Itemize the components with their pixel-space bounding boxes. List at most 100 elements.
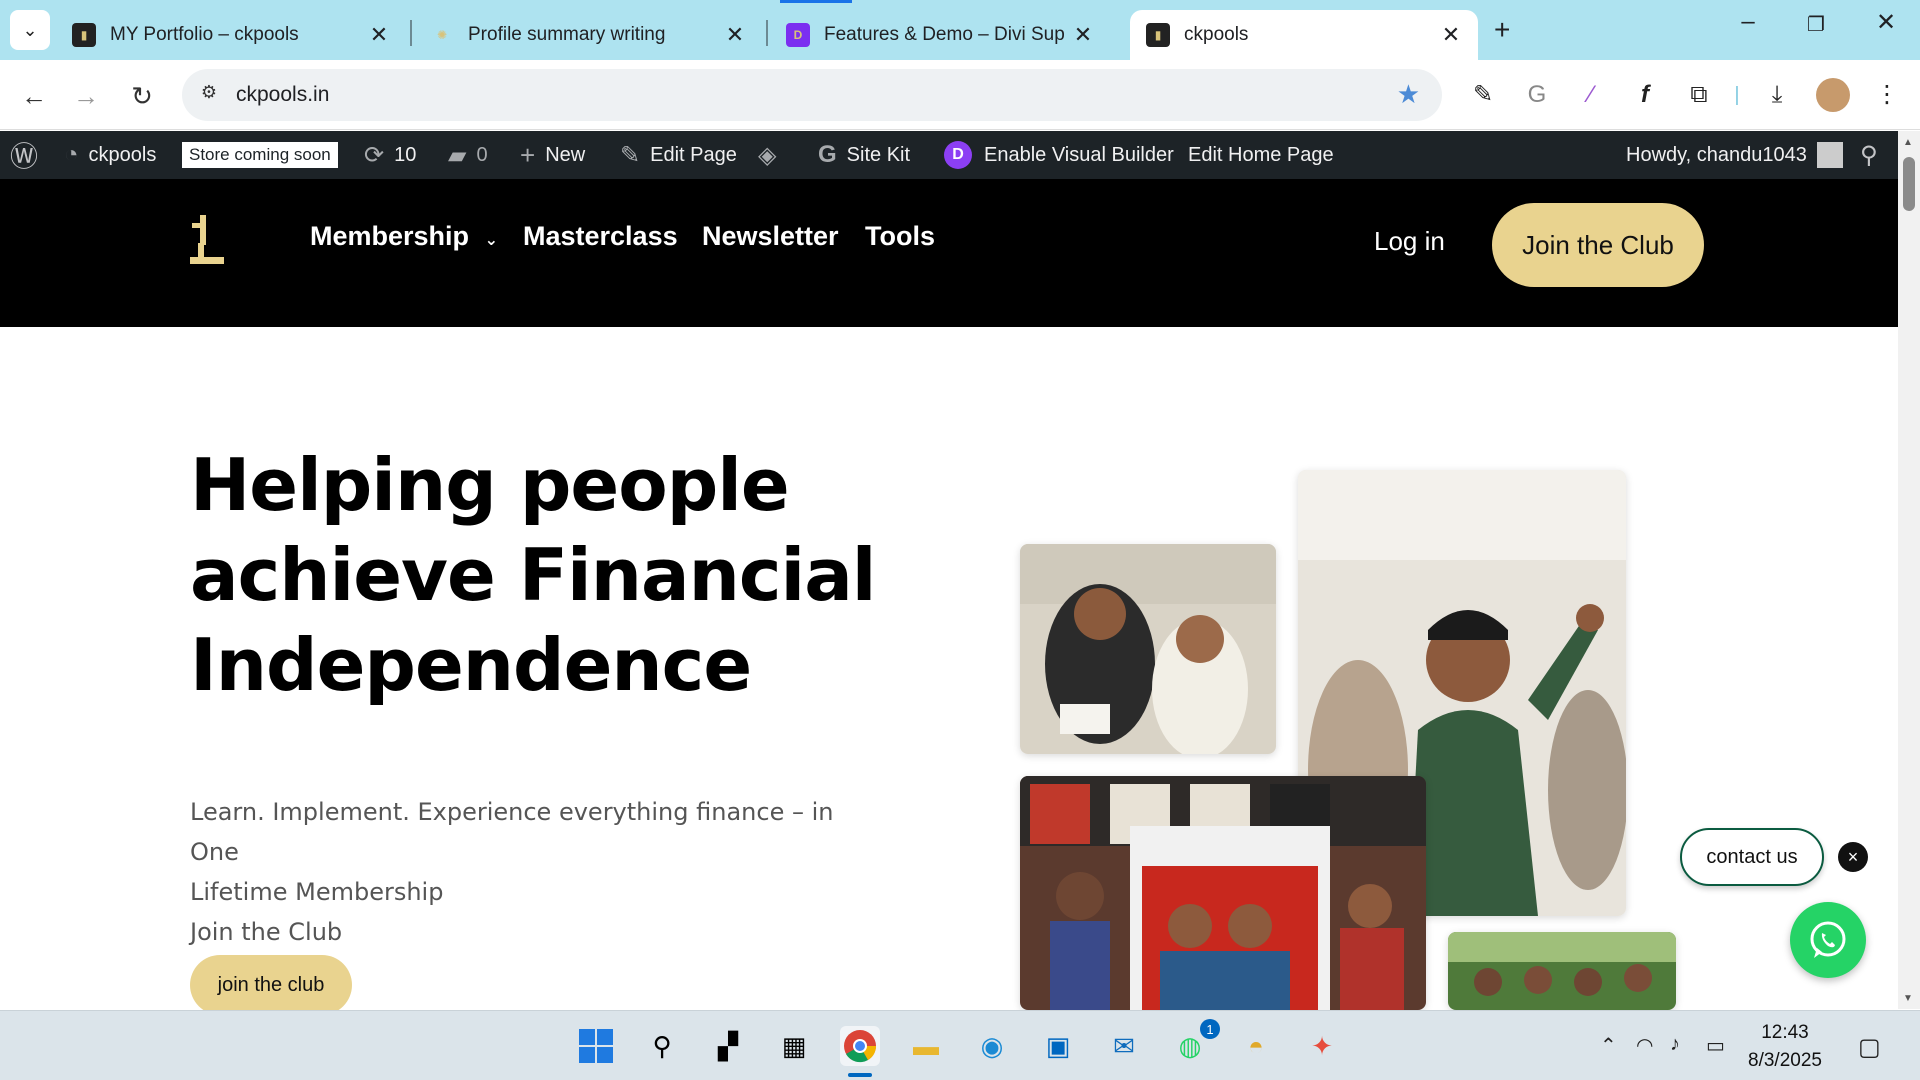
wordpress-logo-icon[interactable]: Ⓦ: [10, 131, 48, 179]
profile-avatar[interactable]: [1816, 78, 1850, 112]
store-status-badge[interactable]: Store coming soon: [182, 131, 338, 179]
tab-separator: [410, 20, 412, 46]
browser-tab-profile-summary[interactable]: ✺ Profile summary writing ✕: [414, 10, 762, 60]
login-link[interactable]: Log in: [1374, 226, 1445, 257]
browser-tab-strip: ⌄ ▮ MY Portfolio – ckpools ✕ ✺ Profile s…: [0, 0, 1920, 60]
scrollbar-thumb[interactable]: [1903, 157, 1915, 211]
hero-title: Helping people achieve Financial Indepen…: [190, 443, 876, 707]
back-arrow-icon[interactable]: ←: [16, 78, 52, 114]
chatgpt-icon: ✺: [436, 28, 448, 42]
new-tab-button[interactable]: +: [1494, 14, 1510, 46]
ckpools-logo[interactable]: [188, 215, 228, 267]
browser-toolbar: ← → ↻ ⚙ ckpools.in ★ ✎ G ⁄ f ⧉ | ⤓ ⋮: [0, 60, 1920, 130]
wp-comments-link[interactable]: ▰ 0: [448, 131, 488, 179]
wp-edit-page-link[interactable]: ✎ Edit Page: [620, 131, 737, 179]
scroll-down-arrow-icon[interactable]: ▼: [1903, 993, 1913, 1004]
chrome-icon[interactable]: [840, 1026, 880, 1066]
close-tab-icon[interactable]: ✕: [368, 22, 390, 48]
edge-icon[interactable]: ◉: [972, 1026, 1012, 1066]
wp-new-content-link[interactable]: + New: [520, 131, 585, 179]
tab-search-button[interactable]: ⌄: [10, 10, 50, 50]
browser-tab-portfolio[interactable]: ▮ MY Portfolio – ckpools ✕: [56, 10, 406, 60]
hero-subtitle: Learn. Implement. Experience everything …: [190, 798, 834, 946]
search-icon[interactable]: ⚲: [642, 1026, 682, 1066]
nav-masterclass[interactable]: Masterclass: [523, 221, 678, 252]
scroll-up-arrow-icon[interactable]: ▲: [1903, 137, 1913, 148]
widgets-icon[interactable]: ▦: [774, 1026, 814, 1066]
dashboard-icon: ◔: [64, 141, 79, 168]
grammarly-extension-icon[interactable]: G: [1520, 78, 1554, 112]
ckpools-favicon-icon: ▮: [72, 23, 96, 47]
contact-us-button[interactable]: contact us: [1680, 828, 1824, 886]
divi-logo-icon: D: [944, 141, 972, 169]
site-header: Membership ⌄ Masterclass Newsletter Tool…: [0, 179, 1898, 327]
url-text[interactable]: ckpools.in: [236, 83, 329, 107]
minimize-window-icon[interactable]: –: [1728, 8, 1768, 36]
wp-updates-link[interactable]: ⟳ 10: [364, 131, 416, 179]
wp-site-kit-link[interactable]: G Site Kit: [818, 131, 910, 179]
browser-tab-divi-supreme[interactable]: D Features & Demo – Divi Supren ✕: [770, 10, 1110, 60]
diamond-plugin-icon[interactable]: ◈: [758, 131, 786, 179]
tab-title: Features & Demo – Divi Supren: [824, 24, 1064, 45]
font-extension-icon[interactable]: f: [1628, 78, 1662, 112]
volume-icon[interactable]: ♪: [1670, 1033, 1680, 1056]
eyedropper-extension-icon[interactable]: ✎: [1466, 78, 1500, 112]
tab-loading-indicator: [780, 0, 852, 3]
plus-icon: +: [520, 139, 536, 170]
browser-tab-ckpools-active[interactable]: ▮ ckpools ✕: [1130, 10, 1478, 60]
chevron-down-icon: ⌄: [22, 19, 38, 40]
google-g-icon: G: [818, 141, 837, 168]
restore-window-icon[interactable]: ❐: [1796, 12, 1836, 37]
whatsapp-icon: [1810, 921, 1846, 958]
nav-membership[interactable]: Membership ⌄: [310, 221, 498, 252]
windows-taskbar: ⚲ ▞ ▦ ▬ ◉ ▣ ✉ ◍ 1 ◓ ✦ ⌃ ◠ ♪ ▭ 12:43 8/3/…: [0, 1010, 1920, 1080]
pen-extension-icon[interactable]: ⁄: [1574, 78, 1608, 112]
tab-separator: [766, 20, 768, 46]
close-tab-icon[interactable]: ✕: [1072, 22, 1094, 48]
battery-icon[interactable]: ▭: [1706, 1033, 1725, 1058]
microsoft-store-icon[interactable]: ▣: [1038, 1026, 1078, 1066]
bookmark-star-icon[interactable]: ★: [1397, 79, 1420, 110]
forward-arrow-icon[interactable]: →: [68, 78, 104, 114]
google-photos-icon[interactable]: ✦: [1302, 1026, 1342, 1066]
close-window-icon[interactable]: ✕: [1866, 8, 1906, 37]
wp-visual-builder-link[interactable]: D Enable Visual Builder: [944, 131, 1174, 179]
nav-tools[interactable]: Tools: [865, 221, 935, 252]
file-explorer-icon[interactable]: ▬: [906, 1026, 946, 1066]
task-view-icon[interactable]: ▞: [708, 1026, 748, 1066]
address-bar[interactable]: ⚙ ckpools.in ★: [182, 69, 1442, 121]
wp-account-menu[interactable]: Howdy, chandu1043: [1626, 131, 1843, 179]
hero-join-button[interactable]: join the club: [190, 955, 352, 1015]
close-tab-icon[interactable]: ✕: [1440, 22, 1462, 48]
reload-icon[interactable]: ↻: [124, 78, 160, 114]
wp-site-name-link[interactable]: ◔ ckpools: [64, 131, 156, 179]
chevron-up-icon[interactable]: ⌃: [1600, 1033, 1617, 1058]
outlook-icon[interactable]: ✉: [1104, 1026, 1144, 1066]
wp-edit-home-link[interactable]: Edit Home Page: [1188, 131, 1334, 179]
page-scrollbar[interactable]: ▲ ▼: [1898, 131, 1920, 1009]
download-icon[interactable]: ⤓: [1760, 78, 1794, 112]
windows-start-icon[interactable]: [576, 1026, 616, 1066]
nav-newsletter[interactable]: Newsletter: [702, 221, 839, 252]
photo-group-outdoor: [1448, 932, 1676, 1010]
system-clock[interactable]: 12:43 8/3/2025: [1748, 1019, 1822, 1075]
notification-badge: 1: [1200, 1019, 1220, 1039]
site-name: ckpools: [88, 143, 157, 166]
notification-center-icon[interactable]: ▢: [1858, 1033, 1881, 1062]
user-avatar: [1816, 142, 1843, 168]
tab-title: MY Portfolio – ckpools: [110, 24, 299, 45]
close-tab-icon[interactable]: ✕: [724, 22, 746, 48]
photo-couple-laughing: [1020, 544, 1276, 754]
more-menu-icon[interactable]: ⋮: [1870, 78, 1904, 112]
wp-admin-bar: Ⓦ ◔ ckpools Store coming soon ⟳ 10 ▰ 0 +…: [0, 131, 1898, 179]
close-icon[interactable]: ×: [1838, 842, 1868, 872]
whatsapp-chat-button[interactable]: [1790, 902, 1866, 978]
updates-icon: ⟳: [364, 141, 385, 169]
search-icon[interactable]: ⚲: [1860, 131, 1888, 179]
divi-supreme-icon: D: [786, 23, 810, 47]
join-club-button[interactable]: Join the Club: [1492, 203, 1704, 287]
money-bag-app-icon[interactable]: ◓: [1236, 1026, 1276, 1066]
wifi-icon[interactable]: ◠: [1636, 1033, 1653, 1058]
site-info-icon[interactable]: ⚙: [196, 82, 222, 108]
extensions-puzzle-icon[interactable]: ⧉: [1682, 78, 1716, 112]
